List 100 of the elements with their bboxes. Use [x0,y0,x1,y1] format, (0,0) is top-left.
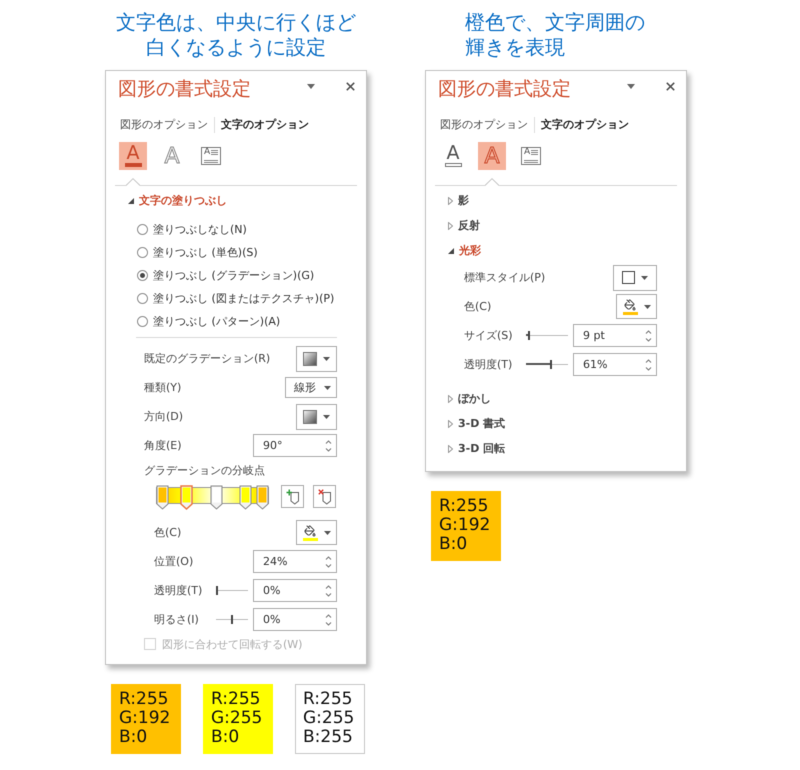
gradient-dropdown[interactable] [296,346,337,372]
add-stop-button[interactable] [281,485,304,508]
field-label: 位置(O) [154,554,194,569]
spinner-arrows-icon[interactable] [325,584,332,598]
radio-icon[interactable] [137,293,148,304]
caption-line: 橙色で、文字周囲の [465,10,645,35]
dropdown-caret-icon [324,386,331,390]
option-tab[interactable]: 図形のオプション [120,117,208,133]
spin-field[interactable]: 90° [253,434,337,457]
collapsed-triangle-icon [448,196,453,204]
paint-bucket-icon [304,524,316,536]
color-swatch: R:255 G:192 B:0 [111,684,181,754]
section-header[interactable]: 影 [448,188,473,213]
radio-icon[interactable] [137,270,148,281]
gradient-stop-handle[interactable] [180,485,193,510]
gradient-stop-handle[interactable] [210,485,223,510]
spin-field[interactable]: 0% [253,579,337,602]
type-select[interactable]: 線形 [285,377,337,398]
color-swatch: R:255 G:255 B:0 [203,684,273,754]
field-label: 透明度(T) [464,357,514,372]
spin-field[interactable]: 61% [573,353,657,376]
field-label: 色(C) [154,525,182,540]
collapsed-triangle-icon [448,444,453,452]
field-label: 既定のグラデーション(R) [144,351,270,366]
radio-icon[interactable] [137,247,148,258]
pane-menu-caret-icon[interactable] [627,84,635,88]
pane-title: 図形の書式設定 [438,77,572,101]
field-label: 角度(E) [144,438,182,453]
spin-field[interactable]: 9 pt [573,324,657,347]
radio-option[interactable]: 塗りつぶしなし(N) [137,218,247,241]
gradient-bar[interactable] [156,485,269,511]
section-header[interactable]: 反射 [448,213,484,238]
field-label: グラデーションの分岐点 [144,463,265,479]
radio-icon[interactable] [137,224,148,235]
spinner-arrows-icon[interactable] [325,438,332,452]
radio-option[interactable]: 塗りつぶし (単色)(S) [137,241,258,264]
gradient-swatch-icon [303,352,317,366]
square-outline-icon [622,271,635,284]
field-label: 標準スタイル(P) [464,270,546,285]
field-label: サイズ(S) [464,328,514,343]
section-header[interactable]: ぼかし [448,386,495,411]
gradient-swatch-icon [303,410,317,424]
pane-title: 図形の書式設定 [118,77,252,101]
gradient-stop-handle[interactable] [256,485,269,510]
field-label: 色(C) [464,299,492,314]
color-swatch: R:255 G:192 B:0 [431,491,501,561]
spin-field[interactable]: 0% [253,608,337,631]
field-label: 種類(Y) [144,380,182,395]
paint-bucket-icon [624,298,636,310]
glow-style-dropdown[interactable] [613,264,657,290]
expanded-triangle-icon [128,198,134,204]
spin-field[interactable]: 24% [253,550,337,573]
option-tab[interactable]: 図形のオプション [440,117,528,133]
text-box-tab[interactable]: A [197,142,225,170]
remove-stop-button[interactable] [313,485,336,508]
field-label: 透明度(T) [154,583,204,598]
section-header[interactable]: 3-D 回転 [448,436,510,461]
section-header[interactable]: 3-D 書式 [448,411,510,436]
close-icon[interactable] [346,82,355,90]
color-dropdown[interactable] [296,520,337,545]
text-fill-tab[interactable]: A [439,142,467,170]
spinner-arrows-icon[interactable] [325,612,332,626]
pane-menu-caret-icon[interactable] [307,84,315,88]
gradient-dropdown[interactable] [296,404,337,430]
spinner-arrows-icon[interactable] [645,328,652,342]
gradient-stop-handle[interactable] [239,485,252,510]
field-label: 方向(D) [144,409,184,424]
spinner-arrows-icon[interactable] [645,358,652,372]
collapsed-triangle-icon [448,420,453,428]
dropdown-caret-icon [323,414,330,418]
close-icon[interactable] [666,82,675,90]
slider-thumb[interactable] [550,360,552,369]
text-box-tab[interactable]: A [517,142,545,170]
divider-notch-icon [485,178,499,186]
divider-notch-icon [126,178,140,186]
expanded-triangle-icon [448,248,454,254]
dropdown-caret-icon [644,304,650,308]
radio-option[interactable]: 塗りつぶし (パターン)(A) [137,310,280,333]
gradient-stop-handle[interactable] [156,485,169,510]
add-stop-icon [286,488,300,504]
slider-thumb[interactable] [528,331,530,340]
field-label: 明るさ(I) [154,612,200,627]
remove-stop-icon [318,488,332,504]
caption-line: 白くなるように設定 [146,35,326,60]
collapsed-triangle-icon [448,394,453,402]
color-swatch: R:255 G:255 B:255 [295,684,365,754]
dropdown-caret-icon [324,530,330,534]
radio-icon[interactable] [137,316,148,327]
section-header[interactable]: 文字の塗りつぶし [128,188,231,213]
option-tab[interactable]: 文字のオプション [541,117,629,133]
color-dropdown[interactable] [616,294,657,319]
radio-option[interactable]: 塗りつぶし (グラデーション)(G) [137,264,314,287]
option-tab[interactable]: 文字のオプション [221,117,309,133]
radio-option[interactable]: 塗りつぶし (図またはテクスチャ)(P) [137,287,334,310]
spinner-arrows-icon[interactable] [325,554,332,568]
caption-line: 輝きを表現 [465,35,565,60]
dropdown-caret-icon [323,356,330,360]
section-header[interactable]: 光彩 [448,238,485,263]
collapsed-triangle-icon [448,222,453,230]
caption-line: 文字色は、中央に行くほど [116,10,356,35]
